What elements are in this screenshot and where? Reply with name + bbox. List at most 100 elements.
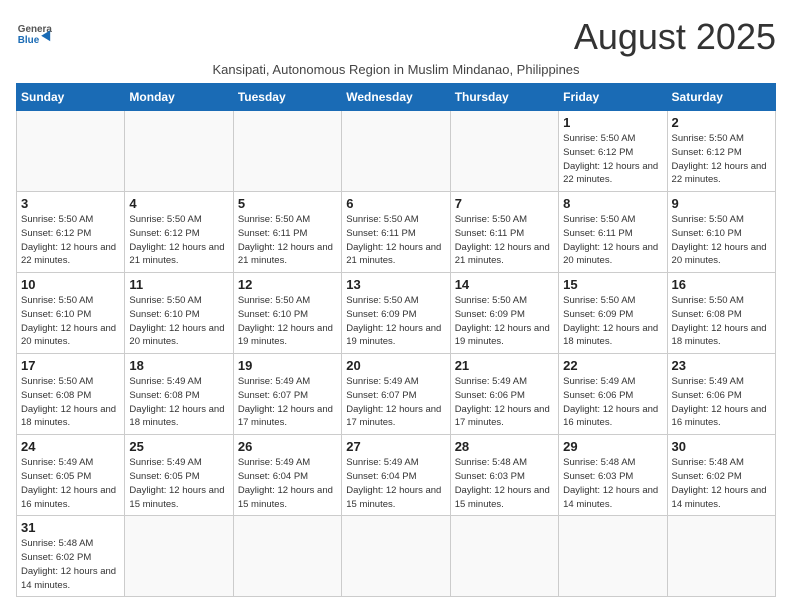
day-number: 11 <box>129 277 228 292</box>
day-info: Sunrise: 5:50 AM Sunset: 6:11 PM Dayligh… <box>455 213 554 268</box>
logo: General Blue <box>16 16 52 52</box>
weekday-header-wednesday: Wednesday <box>342 84 450 111</box>
calendar-cell <box>559 516 667 597</box>
calendar-cell: 1 Sunrise: 5:50 AM Sunset: 6:12 PM Daylig… <box>559 111 667 192</box>
calendar-cell: 14Sunrise: 5:50 AM Sunset: 6:09 PM Dayli… <box>450 273 558 354</box>
calendar-cell: 7Sunrise: 5:50 AM Sunset: 6:11 PM Daylig… <box>450 192 558 273</box>
day-info: Sunrise: 5:50 AM Sunset: 6:12 PM Dayligh… <box>672 132 771 187</box>
calendar-cell: 25 Sunrise: 5:49 AM Sunset: 6:05 PM Dayli… <box>125 435 233 516</box>
day-number: 27 <box>346 439 445 454</box>
day-info: Sunrise: 5:49 AM Sunset: 6:08 PM Dayligh… <box>129 375 228 430</box>
day-number: 15 <box>563 277 662 292</box>
calendar-cell: 27 Sunrise: 5:49 AM Sunset: 6:04 PM Dayli… <box>342 435 450 516</box>
weekday-header-tuesday: Tuesday <box>233 84 341 111</box>
calendar-cell: 29Sunrise: 5:48 AM Sunset: 6:03 PM Dayli… <box>559 435 667 516</box>
day-number: 21 <box>455 358 554 373</box>
calendar-cell <box>17 111 125 192</box>
day-info: Sunrise: 5:50 AM Sunset: 6:08 PM Dayligh… <box>21 375 120 430</box>
day-info: Sunrise: 5:48 AM Sunset: 6:02 PM Dayligh… <box>672 456 771 511</box>
calendar-cell: 19 Sunrise: 5:49 AM Sunset: 6:07 PM Dayli… <box>233 354 341 435</box>
day-info: Sunrise: 5:50 AM Sunset: 6:11 PM Dayligh… <box>346 213 445 268</box>
calendar-cell <box>233 111 341 192</box>
svg-text:Blue: Blue <box>18 35 40 46</box>
day-info: Sunrise: 5:50 AM Sunset: 6:11 PM Dayligh… <box>238 213 337 268</box>
day-info: Sunrise: 5:50 AM Sunset: 6:12 PM Dayligh… <box>129 213 228 268</box>
calendar-cell <box>342 111 450 192</box>
calendar-week-5: 24 Sunrise: 5:49 AM Sunset: 6:05 PM Dayli… <box>17 435 776 516</box>
day-number: 5 <box>238 196 337 211</box>
weekday-header-row: SundayMondayTuesdayWednesdayThursdayFrid… <box>17 84 776 111</box>
calendar-cell <box>450 111 558 192</box>
day-number: 26 <box>238 439 337 454</box>
calendar-cell: 10Sunrise: 5:50 AM Sunset: 6:10 PM Dayli… <box>17 273 125 354</box>
calendar-cell: 4 Sunrise: 5:50 AM Sunset: 6:12 PM Daylig… <box>125 192 233 273</box>
calendar-week-2: 3 Sunrise: 5:50 AM Sunset: 6:12 PM Daylig… <box>17 192 776 273</box>
weekday-header-saturday: Saturday <box>667 84 775 111</box>
day-number: 16 <box>672 277 771 292</box>
calendar-table: SundayMondayTuesdayWednesdayThursdayFrid… <box>16 83 776 597</box>
day-number: 18 <box>129 358 228 373</box>
calendar-cell: 22 Sunrise: 5:49 AM Sunset: 6:06 PM Dayli… <box>559 354 667 435</box>
calendar-cell <box>667 516 775 597</box>
calendar-week-3: 10Sunrise: 5:50 AM Sunset: 6:10 PM Dayli… <box>17 273 776 354</box>
weekday-header-thursday: Thursday <box>450 84 558 111</box>
calendar-cell: 16 Sunrise: 5:50 AM Sunset: 6:08 PM Dayli… <box>667 273 775 354</box>
day-info: Sunrise: 5:50 AM Sunset: 6:12 PM Dayligh… <box>563 132 662 187</box>
logo-icon: General Blue <box>16 16 52 52</box>
day-number: 13 <box>346 277 445 292</box>
calendar-cell: 8 Sunrise: 5:50 AM Sunset: 6:11 PM Daylig… <box>559 192 667 273</box>
calendar-cell: 31 Sunrise: 5:48 AM Sunset: 6:02 PM Dayli… <box>17 516 125 597</box>
calendar-cell: 12Sunrise: 5:50 AM Sunset: 6:10 PM Dayli… <box>233 273 341 354</box>
day-info: Sunrise: 5:50 AM Sunset: 6:10 PM Dayligh… <box>672 213 771 268</box>
calendar-cell: 28 Sunrise: 5:48 AM Sunset: 6:03 PM Dayli… <box>450 435 558 516</box>
day-number: 25 <box>129 439 228 454</box>
day-info: Sunrise: 5:49 AM Sunset: 6:04 PM Dayligh… <box>346 456 445 511</box>
day-info: Sunrise: 5:49 AM Sunset: 6:04 PM Dayligh… <box>238 456 337 511</box>
day-number: 28 <box>455 439 554 454</box>
calendar-cell: 9Sunrise: 5:50 AM Sunset: 6:10 PM Daylig… <box>667 192 775 273</box>
calendar-cell <box>233 516 341 597</box>
day-number: 30 <box>672 439 771 454</box>
day-info: Sunrise: 5:48 AM Sunset: 6:03 PM Dayligh… <box>455 456 554 511</box>
subtitle: Kansipati, Autonomous Region in Muslim M… <box>16 62 776 77</box>
calendar-week-4: 17Sunrise: 5:50 AM Sunset: 6:08 PM Dayli… <box>17 354 776 435</box>
day-info: Sunrise: 5:49 AM Sunset: 6:06 PM Dayligh… <box>563 375 662 430</box>
title-area: August 2025 <box>574 16 776 58</box>
day-info: Sunrise: 5:50 AM Sunset: 6:10 PM Dayligh… <box>21 294 120 349</box>
day-number: 1 <box>563 115 662 130</box>
calendar-cell: 3Sunrise: 5:50 AM Sunset: 6:12 PM Daylig… <box>17 192 125 273</box>
day-number: 31 <box>21 520 120 535</box>
calendar-week-6: 31 Sunrise: 5:48 AM Sunset: 6:02 PM Dayli… <box>17 516 776 597</box>
day-info: Sunrise: 5:50 AM Sunset: 6:09 PM Dayligh… <box>563 294 662 349</box>
day-info: Sunrise: 5:50 AM Sunset: 6:10 PM Dayligh… <box>238 294 337 349</box>
day-info: Sunrise: 5:49 AM Sunset: 6:05 PM Dayligh… <box>129 456 228 511</box>
day-number: 24 <box>21 439 120 454</box>
day-info: Sunrise: 5:49 AM Sunset: 6:07 PM Dayligh… <box>238 375 337 430</box>
calendar-cell: 5 Sunrise: 5:50 AM Sunset: 6:11 PM Daylig… <box>233 192 341 273</box>
calendar-cell: 17Sunrise: 5:50 AM Sunset: 6:08 PM Dayli… <box>17 354 125 435</box>
calendar-cell: 11 Sunrise: 5:50 AM Sunset: 6:10 PM Dayli… <box>125 273 233 354</box>
calendar-cell: 30 Sunrise: 5:48 AM Sunset: 6:02 PM Dayli… <box>667 435 775 516</box>
day-number: 4 <box>129 196 228 211</box>
calendar-cell: 2Sunrise: 5:50 AM Sunset: 6:12 PM Daylig… <box>667 111 775 192</box>
weekday-header-monday: Monday <box>125 84 233 111</box>
day-info: Sunrise: 5:49 AM Sunset: 6:07 PM Dayligh… <box>346 375 445 430</box>
calendar-cell: 20Sunrise: 5:49 AM Sunset: 6:07 PM Dayli… <box>342 354 450 435</box>
day-number: 22 <box>563 358 662 373</box>
day-info: Sunrise: 5:50 AM Sunset: 6:09 PM Dayligh… <box>346 294 445 349</box>
day-info: Sunrise: 5:50 AM Sunset: 6:11 PM Dayligh… <box>563 213 662 268</box>
day-number: 19 <box>238 358 337 373</box>
day-number: 8 <box>563 196 662 211</box>
day-info: Sunrise: 5:48 AM Sunset: 6:02 PM Dayligh… <box>21 537 120 592</box>
day-info: Sunrise: 5:50 AM Sunset: 6:10 PM Dayligh… <box>129 294 228 349</box>
calendar-cell <box>125 111 233 192</box>
day-info: Sunrise: 5:49 AM Sunset: 6:06 PM Dayligh… <box>455 375 554 430</box>
calendar-cell: 6Sunrise: 5:50 AM Sunset: 6:11 PM Daylig… <box>342 192 450 273</box>
weekday-header-friday: Friday <box>559 84 667 111</box>
calendar-cell <box>342 516 450 597</box>
day-number: 3 <box>21 196 120 211</box>
calendar-cell: 21 Sunrise: 5:49 AM Sunset: 6:06 PM Dayli… <box>450 354 558 435</box>
header: General Blue August 2025 <box>16 16 776 58</box>
day-info: Sunrise: 5:50 AM Sunset: 6:08 PM Dayligh… <box>672 294 771 349</box>
calendar-cell: 24Sunrise: 5:49 AM Sunset: 6:05 PM Dayli… <box>17 435 125 516</box>
